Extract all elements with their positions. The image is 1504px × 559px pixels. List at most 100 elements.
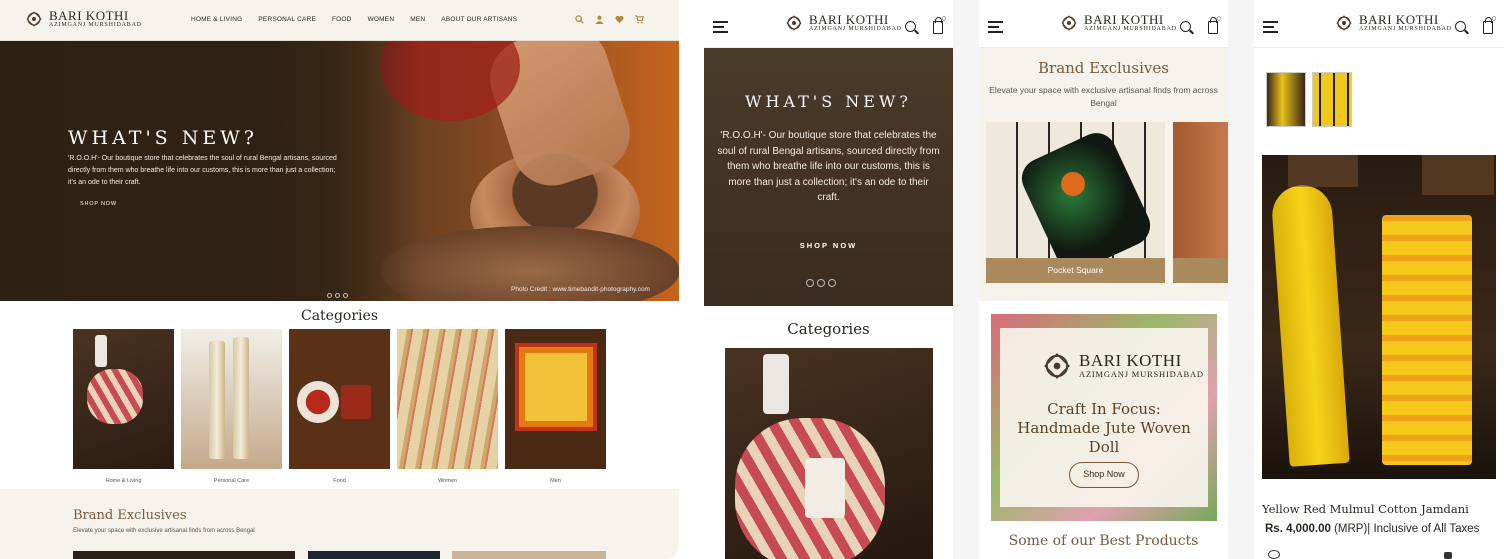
brand-logo[interactable]: BARI KOTHI AZIMGANJ MURSHIDABAD: [784, 13, 902, 33]
category-label: Home & Living: [105, 478, 142, 484]
nav-women[interactable]: WOMEN: [368, 16, 395, 23]
brand-exclusives-section: Brand Exclusives Elevate your space with…: [0, 489, 679, 559]
category-men[interactable]: [505, 329, 606, 469]
search-icon[interactable]: [1455, 21, 1466, 32]
product-thumbnail[interactable]: [1312, 72, 1352, 127]
exclusive-product-image[interactable]: [73, 551, 295, 559]
crest-icon: [1044, 353, 1070, 379]
craft-in-focus-banner: BARI KOTHI AZIMGANJ MURSHIDABAD Craft In …: [991, 314, 1217, 521]
user-icon[interactable]: [595, 15, 604, 24]
saree-yellow: [1270, 183, 1350, 467]
cart-count: 0: [1492, 16, 1496, 23]
category-women[interactable]: [397, 329, 498, 469]
brand-tagline: AZIMGANJ MURSHIDABAD: [809, 25, 902, 32]
category-label: Food: [333, 478, 346, 484]
category-label: Men: [550, 478, 561, 484]
cart-icon[interactable]: [635, 15, 644, 24]
menu-icon[interactable]: [1263, 21, 1278, 33]
brand-tagline: AZIMGANJ MURSHIDABAD: [1079, 369, 1204, 379]
saree-orange: [1382, 215, 1472, 465]
crest-icon: [786, 15, 802, 31]
categories-section: Categories Home & Living Personal Care F…: [0, 301, 679, 489]
brand-exclusives-subtitle: Elevate your space with exclusive artisa…: [73, 528, 255, 534]
nav-food[interactable]: FOOD: [332, 16, 352, 23]
brand-logo: BARI KOTHI AZIMGANJ MURSHIDABAD: [1040, 349, 1204, 383]
nav-personal-care[interactable]: PERSONAL CARE: [258, 16, 316, 23]
product-price-row: Rs. 4,000.00 (MRP)| Inclusive of All Tax…: [1265, 523, 1479, 535]
hero-banner: WHAT'S NEW? 'R.O.O.H'- Our boutique stor…: [0, 41, 679, 301]
mobile-home-view: BARI KOTHI AZIMGANJ MURSHIDABAD 0 WHAT'S …: [704, 0, 953, 559]
search-icon[interactable]: [905, 21, 916, 32]
brand-logo[interactable]: BARI KOTHI AZIMGANJ MURSHIDABAD: [1059, 13, 1177, 33]
menu-icon[interactable]: [988, 21, 1003, 33]
desktop-view: BARI KOTHI AZIMGANJ MURSHIDABAD HOME & L…: [0, 0, 679, 559]
brand-name: BARI KOTHI: [49, 7, 129, 23]
hero-description: 'R.O.O.H'- Our boutique store that celeb…: [717, 130, 940, 203]
badge-icon: [1444, 552, 1452, 559]
cart-count: 0: [942, 16, 946, 23]
shop-now-button[interactable]: Shop Now: [1069, 462, 1139, 488]
category-home-living[interactable]: [725, 348, 933, 559]
brand-name: BARI KOTHI: [1084, 11, 1164, 27]
main-nav: HOME & LIVING PERSONAL CARE FOOD WOMEN M…: [191, 16, 517, 23]
hero-title: WHAT'S NEW?: [745, 92, 912, 111]
category-label: Women: [438, 478, 457, 484]
nav-men[interactable]: MEN: [410, 16, 425, 23]
pocket-square-image: [1015, 126, 1157, 278]
nav-about-artisans[interactable]: ABOUT OUR ARTISANS: [441, 16, 517, 23]
mobile-header: BARI KOTHI AZIMGANJ MURSHIDABAD 0: [979, 0, 1228, 48]
search-icon[interactable]: [575, 15, 584, 24]
mobile-header: BARI KOTHI AZIMGANJ MURSHIDABAD 0: [704, 0, 953, 48]
menu-icon[interactable]: [713, 21, 728, 33]
crest-icon: [1336, 15, 1352, 31]
exclusive-product-card[interactable]: [1173, 122, 1228, 283]
photo-credit: Photo Credit : www.timebandit-photograph…: [511, 286, 650, 293]
shop-now-button[interactable]: SHOP NOW: [80, 201, 117, 207]
exclusive-product-image[interactable]: [452, 551, 606, 559]
product-main-image[interactable]: [1262, 155, 1496, 479]
brand-name: BARI KOTHI: [1079, 351, 1182, 370]
exclusive-product-image[interactable]: [308, 551, 440, 559]
product-thumbnail[interactable]: [1266, 72, 1306, 127]
category-food[interactable]: [289, 329, 390, 469]
category-personal-care[interactable]: [181, 329, 282, 469]
crest-icon: [1061, 15, 1077, 31]
carousel-dots[interactable]: [327, 285, 351, 301]
brand-name: BARI KOTHI: [809, 11, 889, 27]
panel-gap: [953, 0, 979, 559]
product-price-note: (MRP)| Inclusive of All Taxes: [1334, 523, 1480, 535]
crest-icon: [26, 11, 42, 27]
search-icon[interactable]: [1180, 21, 1191, 32]
brand-tagline: AZIMGANJ MURSHIDABAD: [1084, 25, 1177, 32]
desktop-header: BARI KOTHI AZIMGANJ MURSHIDABAD HOME & L…: [0, 0, 679, 41]
cart-count: 0: [1217, 16, 1221, 23]
category-home-living[interactable]: [73, 329, 174, 469]
heart-icon[interactable]: [615, 15, 624, 24]
mobile-header: BARI KOTHI AZIMGANJ MURSHIDABAD 0: [1254, 0, 1504, 48]
best-products-title: Some of our Best Products: [1008, 533, 1199, 549]
carousel-dots[interactable]: [806, 274, 839, 292]
brand-exclusives-title: Brand Exclusives: [73, 508, 187, 523]
brand-exclusives-title: Brand Exclusives: [1038, 59, 1169, 77]
shop-now-button[interactable]: SHOP NOW: [704, 241, 953, 250]
categories-title: Categories: [787, 320, 870, 338]
hero-banner: WHAT'S NEW? 'R.O.O.H'- Our boutique stor…: [704, 48, 953, 306]
brand-tagline: AZIMGANJ MURSHIDABAD: [1359, 25, 1452, 32]
panel-gap: [1228, 0, 1254, 559]
mobile-product-view: BARI KOTHI AZIMGANJ MURSHIDABAD 0 Yellow …: [1254, 0, 1504, 559]
brand-logo[interactable]: BARI KOTHI AZIMGANJ MURSHIDABAD: [1334, 13, 1452, 33]
mobile-exclusives-view: BARI KOTHI AZIMGANJ MURSHIDABAD 0 Brand E…: [979, 0, 1228, 559]
nav-home-living[interactable]: HOME & LIVING: [191, 16, 242, 23]
badge-icon: [1268, 550, 1280, 559]
categories-title: Categories: [301, 308, 378, 324]
brand-name: BARI KOTHI: [1359, 11, 1439, 27]
brand-logo[interactable]: BARI KOTHI AZIMGANJ MURSHIDABAD: [24, 9, 142, 29]
hero-title: WHAT'S NEW?: [68, 127, 258, 149]
brand-exclusives-subtitle: Elevate your space with exclusive artisa…: [989, 85, 1218, 108]
category-label: Personal Care: [213, 478, 250, 484]
exclusive-product-card[interactable]: Pocket Square: [986, 122, 1165, 283]
brand-tagline: AZIMGANJ MURSHIDABAD: [49, 21, 142, 28]
brand-exclusives-section: Brand Exclusives Elevate your space with…: [979, 48, 1228, 301]
product-price: Rs. 4,000.00: [1265, 523, 1331, 535]
product-name: Yellow Red Mulmul Cotton Jamdani: [1262, 502, 1469, 516]
